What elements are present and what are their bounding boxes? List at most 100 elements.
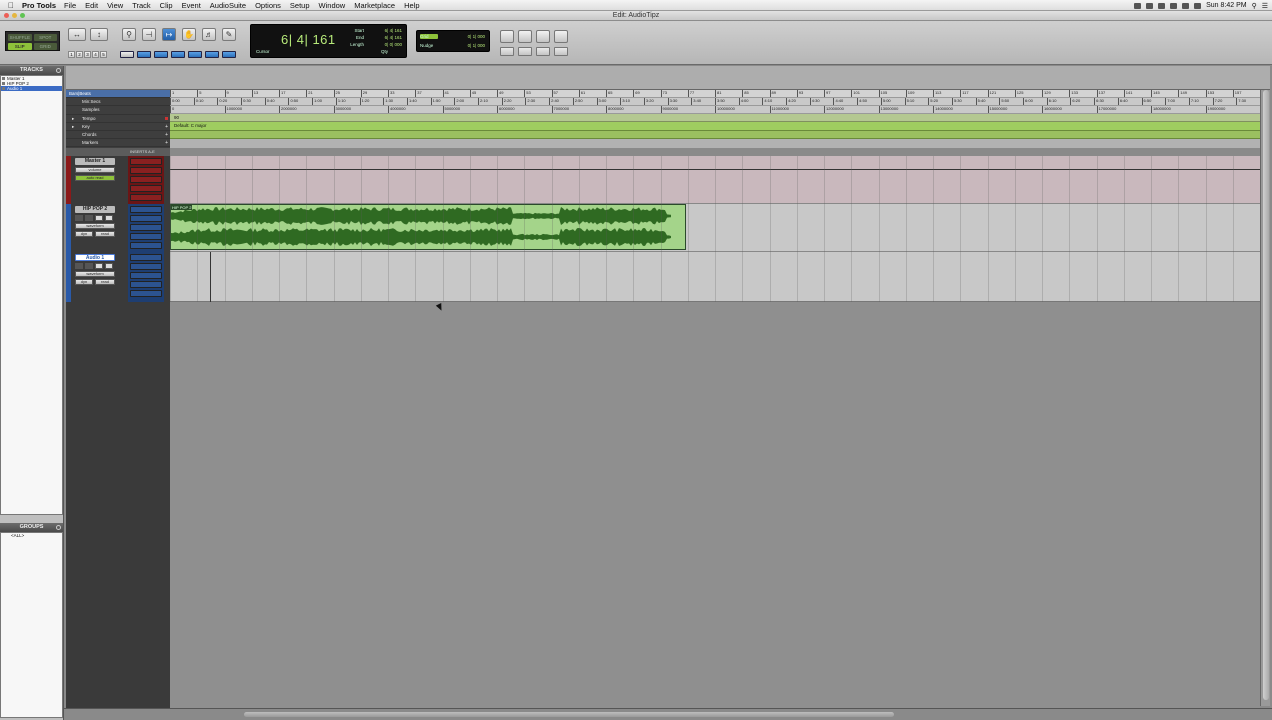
insert-slot[interactable] <box>130 158 162 165</box>
mode-spot[interactable]: SPOT <box>33 34 57 41</box>
grid-value[interactable]: 0| 1| 000 <box>468 34 485 39</box>
display-icon[interactable] <box>1146 2 1154 9</box>
insert-slot[interactable] <box>130 176 162 183</box>
menu-setup[interactable]: Setup <box>290 1 310 10</box>
timemachine-icon[interactable] <box>1158 2 1166 9</box>
zoom-preset-1[interactable]: 1 <box>68 51 75 58</box>
groups-list-header[interactable]: GROUPS <box>0 523 63 532</box>
audio-1-playlist-lane[interactable] <box>170 252 1262 302</box>
mute-button[interactable] <box>105 263 113 269</box>
record-arm-button[interactable] <box>75 263 83 269</box>
ruler-label-min-secs[interactable]: Min:Secs <box>66 98 170 107</box>
menu-view[interactable]: View <box>107 1 123 10</box>
track-name[interactable]: Audio 1 <box>75 254 115 261</box>
link-timeline-icon[interactable] <box>120 51 134 58</box>
track-show-icon[interactable] <box>2 82 5 85</box>
ruler-label-chords[interactable]: Chords + <box>66 131 170 140</box>
master-playlist-lane[interactable] <box>170 156 1262 204</box>
zoom-vertical-button[interactable]: ↕ <box>90 28 108 41</box>
empty-timeline-area[interactable] <box>170 302 1260 708</box>
track-view-selector[interactable]: volume <box>75 167 115 173</box>
insert-slot[interactable] <box>130 206 162 213</box>
add-chord-icon[interactable]: + <box>165 131 168 139</box>
tracks-list-header[interactable]: TRACKS <box>0 66 63 75</box>
ruler-label-key[interactable]: ▸ Key + <box>66 123 170 131</box>
fast-forward-button[interactable] <box>536 47 550 56</box>
input-monitor-button[interactable] <box>85 263 93 269</box>
menu-window[interactable]: Window <box>319 1 346 10</box>
mode-slip[interactable]: SLIP <box>8 43 32 50</box>
solo-button[interactable] <box>95 263 103 269</box>
insert-slot[interactable] <box>130 281 162 288</box>
mode-shuffle[interactable]: SHUFFLE <box>8 34 32 41</box>
grid-row[interactable]: Grid <box>420 34 438 39</box>
online-button[interactable] <box>500 30 514 43</box>
key-ruler[interactable]: Default: C major <box>170 122 1270 131</box>
automation-mode-selector[interactable]: read <box>95 231 115 237</box>
dropbox-icon[interactable] <box>1134 2 1142 9</box>
menu-clock[interactable]: Sun 8:42 PM <box>1206 2 1246 9</box>
link-edit-icon[interactable] <box>205 51 219 58</box>
horizontal-scrollbar[interactable] <box>64 708 1272 720</box>
track-name[interactable]: Master 1 <box>75 158 115 165</box>
menu-track[interactable]: Track <box>132 1 150 10</box>
audio-clip[interactable]: HIP POP 2 <box>170 204 686 250</box>
track-show-icon[interactable] <box>2 77 5 80</box>
insert-slot[interactable] <box>130 194 162 201</box>
ruler-label-bars-beats[interactable]: Bars|Beats <box>66 90 170 99</box>
end-value[interactable]: 6| 4| 161 <box>385 35 402 40</box>
insert-slot[interactable] <box>130 215 162 222</box>
link-track-selection-icon[interactable] <box>137 51 151 58</box>
samples-ruler[interactable]: 0 1000000 2000000 3000000 4000000 5000000 6000… <box>170 106 1270 114</box>
apple-icon[interactable]:  <box>0 1 22 10</box>
add-tempo-icon[interactable] <box>165 116 168 120</box>
tracks-list-item-audio-1[interactable]: Audio 1 <box>1 86 62 91</box>
volume-icon[interactable] <box>1182 2 1190 9</box>
insert-slot[interactable] <box>130 224 162 231</box>
ruler-label-markers[interactable]: Markers + <box>66 139 170 148</box>
insertion-follows-icon[interactable] <box>188 51 202 58</box>
spotlight-icon[interactable]: ⚲ <box>1252 2 1257 10</box>
min-secs-ruler[interactable]: 0:00 0:10 0:20 0:30 0:40 0:50 1:00 1:10 1:20 1:30… <box>170 98 1270 106</box>
menu-marketplace[interactable]: Marketplace <box>354 1 395 10</box>
mirror-midi-icon[interactable] <box>154 51 168 58</box>
track-master[interactable]: Master 1 volume auto read <box>66 156 170 204</box>
insert-slot[interactable] <box>130 185 162 192</box>
track-view-selector[interactable]: waveform <box>75 271 115 277</box>
volume-automation-line[interactable] <box>170 169 1262 170</box>
vertical-scrollbar[interactable] <box>1260 90 1270 706</box>
zoom-preset-5[interactable]: 5 <box>100 51 107 58</box>
tracks-list-options-icon[interactable] <box>56 68 61 73</box>
zoom-horizontal-button[interactable]: ↔ <box>68 28 86 41</box>
insert-slot[interactable] <box>130 254 162 261</box>
zoom-preset-4[interactable]: 4 <box>92 51 99 58</box>
mode-grid[interactable]: GRID <box>33 43 57 50</box>
inserts-column-label[interactable]: INSERTS A-E <box>130 149 155 154</box>
menu-audiosuite[interactable]: AudioSuite <box>210 1 246 10</box>
insert-slot[interactable] <box>130 290 162 297</box>
insert-slot[interactable] <box>130 272 162 279</box>
markers-ruler[interactable] <box>170 139 1270 148</box>
start-value[interactable]: 6| 4| 161 <box>385 28 402 33</box>
automation-mode-selector[interactable]: read <box>95 279 115 285</box>
add-marker-icon[interactable]: + <box>165 139 168 147</box>
app-name-menu[interactable]: Pro Tools <box>22 1 56 10</box>
menu-edit[interactable]: Edit <box>85 1 98 10</box>
pencil-tool-icon[interactable]: ✎ <box>222 28 236 41</box>
zoom-preset-3[interactable]: 3 <box>84 51 91 58</box>
vertical-scroll-thumb[interactable] <box>1263 90 1269 700</box>
grabber-tool-icon[interactable]: ✋ <box>182 28 196 41</box>
menu-event[interactable]: Event <box>182 1 201 10</box>
ruler-label-samples[interactable]: Samples <box>66 106 170 115</box>
bluetooth-icon[interactable] <box>1170 2 1178 9</box>
notification-list-icon[interactable]: ☰ <box>1262 2 1268 10</box>
track-view-selector[interactable]: waveform <box>75 223 115 229</box>
insert-slot[interactable] <box>130 263 162 270</box>
record-button[interactable] <box>554 30 568 43</box>
groups-list-options-icon[interactable] <box>56 525 61 530</box>
expand-arrow-icon[interactable]: ▸ <box>72 115 74 123</box>
menu-clip[interactable]: Clip <box>160 1 173 10</box>
insert-slot[interactable] <box>130 242 162 249</box>
rewind-button[interactable] <box>518 47 532 56</box>
return-to-zero-button[interactable] <box>500 47 514 56</box>
